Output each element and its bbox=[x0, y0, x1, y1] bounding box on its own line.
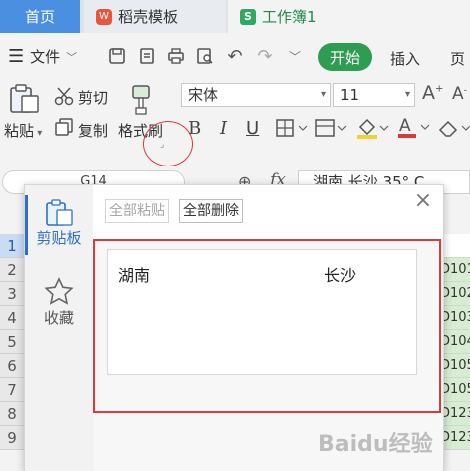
menu-row: ☰ 文件 ﹀ ↶ ↷ ﹀ 开始 插入 页 bbox=[0, 38, 470, 76]
sidebar-item-clipboard[interactable]: 剪贴板 bbox=[25, 199, 93, 248]
row-header[interactable]: 1 bbox=[0, 234, 24, 258]
hamburger-icon: ☰ bbox=[8, 46, 25, 67]
underline-icon[interactable]: U bbox=[246, 118, 259, 139]
redo-icon[interactable]: ↷ bbox=[254, 46, 276, 68]
save-icon[interactable] bbox=[106, 46, 128, 68]
cut-button[interactable]: 剪切 bbox=[78, 87, 108, 108]
grid-cell[interactable] bbox=[440, 234, 470, 258]
format-painter-icon bbox=[127, 84, 155, 116]
sidebar-item-favorites[interactable]: 收藏 bbox=[25, 277, 93, 328]
grid-cell[interactable]: D123 bbox=[440, 426, 470, 450]
sidebar-favorites-label: 收藏 bbox=[43, 309, 74, 327]
copy-label: 复制 bbox=[78, 122, 109, 140]
row-header[interactable]: 9 bbox=[0, 426, 24, 450]
tab-insert[interactable]: 插入 bbox=[390, 48, 420, 69]
close-icon[interactable]: × bbox=[413, 190, 433, 212]
star-icon bbox=[44, 277, 74, 305]
cut-label: 剪切 bbox=[78, 89, 109, 107]
spreadsheet-logo-icon: S bbox=[240, 8, 256, 25]
paste-dropdown-icon: ▾ bbox=[34, 128, 43, 139]
clipboard-icon bbox=[46, 199, 73, 226]
tab-workbook-label: 工作簿1 bbox=[262, 8, 317, 26]
paste-icon[interactable] bbox=[8, 84, 40, 114]
svg-text:A: A bbox=[399, 116, 411, 136]
tab-home[interactable]: 首页 bbox=[0, 0, 80, 33]
export-icon[interactable] bbox=[136, 46, 158, 68]
annotation-circle bbox=[143, 121, 193, 167]
copy-icon bbox=[54, 117, 74, 137]
eraser-icon[interactable] bbox=[436, 116, 470, 140]
font-size-value: 11 bbox=[340, 86, 360, 104]
sidebar-clipboard-label: 剪贴板 bbox=[36, 229, 82, 247]
paste-all-button[interactable]: 全部粘贴 bbox=[105, 199, 169, 223]
grid-cell[interactable]: D102 bbox=[440, 282, 470, 306]
tab-page-label: 页 bbox=[450, 50, 466, 68]
chevron-down-icon: ﹀ bbox=[66, 50, 78, 64]
border-icon[interactable] bbox=[275, 117, 311, 139]
paste-all-label: 全部粘贴 bbox=[109, 203, 165, 219]
cell-style-icon[interactable] bbox=[314, 117, 350, 139]
italic-icon[interactable]: I bbox=[220, 118, 227, 139]
font-size-dropdown-icon: ▾ bbox=[404, 89, 410, 100]
font-name-dropdown-icon: ▾ bbox=[320, 89, 326, 100]
tab-start[interactable]: 开始 bbox=[318, 43, 372, 71]
tab-home-label: 首页 bbox=[24, 8, 55, 26]
tab-page[interactable]: 页 bbox=[450, 48, 465, 69]
panel-sidebar: 剪贴板 收藏 bbox=[25, 185, 93, 471]
tab-workbook[interactable]: S 工作簿1 bbox=[228, 0, 470, 33]
annotation-box bbox=[93, 239, 441, 413]
paste-button[interactable]: 粘贴 ▾ bbox=[4, 120, 42, 141]
bold-icon[interactable]: B bbox=[188, 118, 201, 139]
grid-cell[interactable]: D105 bbox=[440, 378, 470, 402]
tab-template-label: 稻壳模板 bbox=[118, 8, 179, 26]
grid-cell[interactable]: D103 bbox=[440, 306, 470, 330]
copy-button[interactable]: 复制 bbox=[78, 120, 108, 141]
increase-font-icon[interactable]: A+ bbox=[422, 82, 443, 104]
grid-cell[interactable]: D104 bbox=[440, 330, 470, 354]
fill-color-icon[interactable] bbox=[354, 115, 392, 141]
docer-logo-icon: W bbox=[96, 8, 112, 25]
row-header[interactable]: 7 bbox=[0, 378, 24, 402]
paste-label: 粘贴 bbox=[4, 122, 35, 140]
scissors-icon bbox=[54, 86, 76, 106]
file-menu-label: 文件 bbox=[30, 48, 61, 66]
delete-all-button[interactable]: 全部删除 bbox=[179, 199, 243, 223]
row-header[interactable]: 8 bbox=[0, 402, 24, 426]
row-header[interactable]: 6 bbox=[0, 354, 24, 378]
font-color-icon[interactable]: A bbox=[395, 114, 433, 140]
grid-cell[interactable]: D123 bbox=[440, 402, 470, 426]
delete-all-label: 全部删除 bbox=[183, 203, 239, 219]
tab-template[interactable]: W 稻壳模板 bbox=[84, 0, 226, 33]
file-menu[interactable]: ☰ 文件 ﹀ bbox=[8, 46, 77, 67]
tab-bar: 首页 W 稻壳模板 S 工作簿1 bbox=[0, 0, 470, 33]
font-name-value: 宋体 bbox=[188, 86, 219, 104]
print-preview-icon[interactable] bbox=[194, 46, 216, 68]
font-size-select[interactable]: 11 ▾ bbox=[333, 83, 415, 107]
grid-cell[interactable]: D105 bbox=[440, 354, 470, 378]
row-header[interactable]: 2 bbox=[0, 258, 24, 282]
row-header[interactable]: 5 bbox=[0, 330, 24, 354]
undo-icon[interactable]: ↶ bbox=[224, 46, 246, 68]
row-header[interactable]: 4 bbox=[0, 306, 24, 330]
row-header[interactable]: 3 bbox=[0, 282, 24, 306]
watermark: Baidu经验 bbox=[318, 432, 433, 457]
decrease-font-icon[interactable]: A- bbox=[452, 84, 467, 104]
tab-insert-label: 插入 bbox=[390, 50, 421, 68]
more-chevron-icon[interactable]: ﹀ bbox=[284, 46, 306, 68]
font-name-select[interactable]: 宋体 ▾ bbox=[181, 83, 331, 107]
print-icon[interactable] bbox=[165, 46, 187, 68]
tab-start-label: 开始 bbox=[329, 48, 360, 67]
grid-cell[interactable]: D101 bbox=[440, 258, 470, 282]
